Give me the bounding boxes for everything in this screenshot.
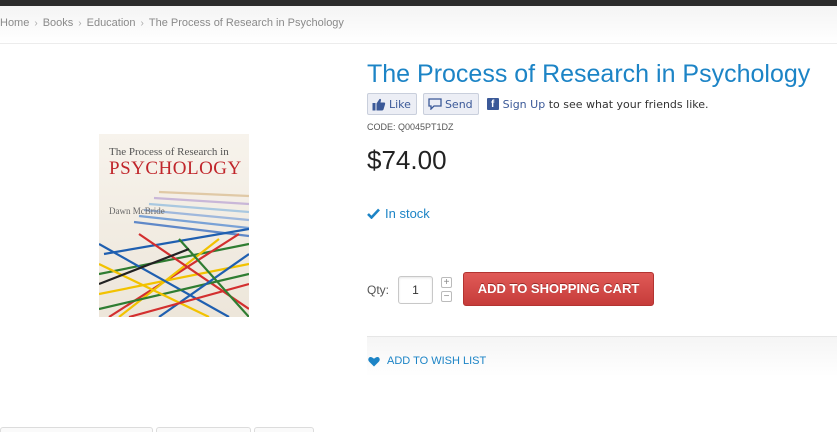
product-price: $74.00	[367, 145, 447, 175]
facebook-logo-icon: f	[486, 98, 499, 110]
qty-label: Qty:	[367, 283, 390, 297]
tab-3[interactable]	[254, 427, 314, 432]
add-to-wishlist-link[interactable]: ADD TO WISH LIST	[368, 355, 486, 367]
facebook-signup-text: Sign Up to see what your friends like.	[503, 98, 709, 111]
qty-decrement-button[interactable]: −	[441, 291, 452, 302]
tab-1[interactable]	[0, 427, 153, 432]
speech-bubble-icon	[428, 98, 442, 110]
cover-title-line2: PSYCHOLOGY	[109, 158, 242, 179]
product-title: The Process of Research in Psychology	[367, 60, 811, 88]
chevron-right-icon: ›	[140, 18, 144, 29]
facebook-send-button[interactable]: Send	[422, 93, 479, 115]
like-label: Like	[389, 97, 411, 111]
send-label: Send	[444, 97, 473, 111]
tab-2[interactable]	[156, 427, 251, 432]
qty-increment-button[interactable]: +	[441, 277, 452, 288]
product-tabs	[0, 427, 317, 432]
thumbs-up-icon	[372, 98, 386, 111]
breadcrumb-bar: Home › Books › Education › The Process of Rese…	[0, 6, 837, 44]
heart-icon	[368, 356, 380, 366]
chevron-right-icon: ›	[34, 18, 38, 29]
facebook-like-button[interactable]: Like	[367, 93, 417, 115]
breadcrumb-current: The Process of Research in Psychology	[148, 17, 344, 29]
add-to-cart-button[interactable]: ADD TO SHOPPING CART	[463, 272, 654, 306]
product-cover-image[interactable]: The Process of Research in PSYCHOLOGY Da…	[99, 134, 249, 317]
cover-title-line1: The Process of Research in	[109, 146, 229, 158]
product-code: CODE: Q0045PT1DZ	[367, 122, 454, 132]
breadcrumb: Home › Books › Education › The Process of Rese…	[0, 17, 344, 29]
stock-status-label: In stock	[385, 206, 430, 221]
wishlist-label: ADD TO WISH LIST	[387, 355, 487, 367]
social-bar: Like Send f Sign Up to see what your fri…	[367, 93, 709, 115]
cover-author: Dawn McBride	[109, 206, 165, 216]
facebook-signup-link[interactable]: Sign Up	[503, 98, 546, 111]
quantity-input[interactable]	[398, 276, 433, 304]
breadcrumb-education[interactable]: Education	[87, 17, 136, 29]
breadcrumb-home[interactable]: Home	[0, 17, 29, 29]
stock-status: In stock	[367, 206, 430, 221]
breadcrumb-books[interactable]: Books	[43, 17, 74, 29]
signup-caption: to see what your friends like.	[548, 97, 709, 111]
checkmark-icon	[367, 208, 380, 219]
chevron-right-icon: ›	[78, 18, 82, 29]
